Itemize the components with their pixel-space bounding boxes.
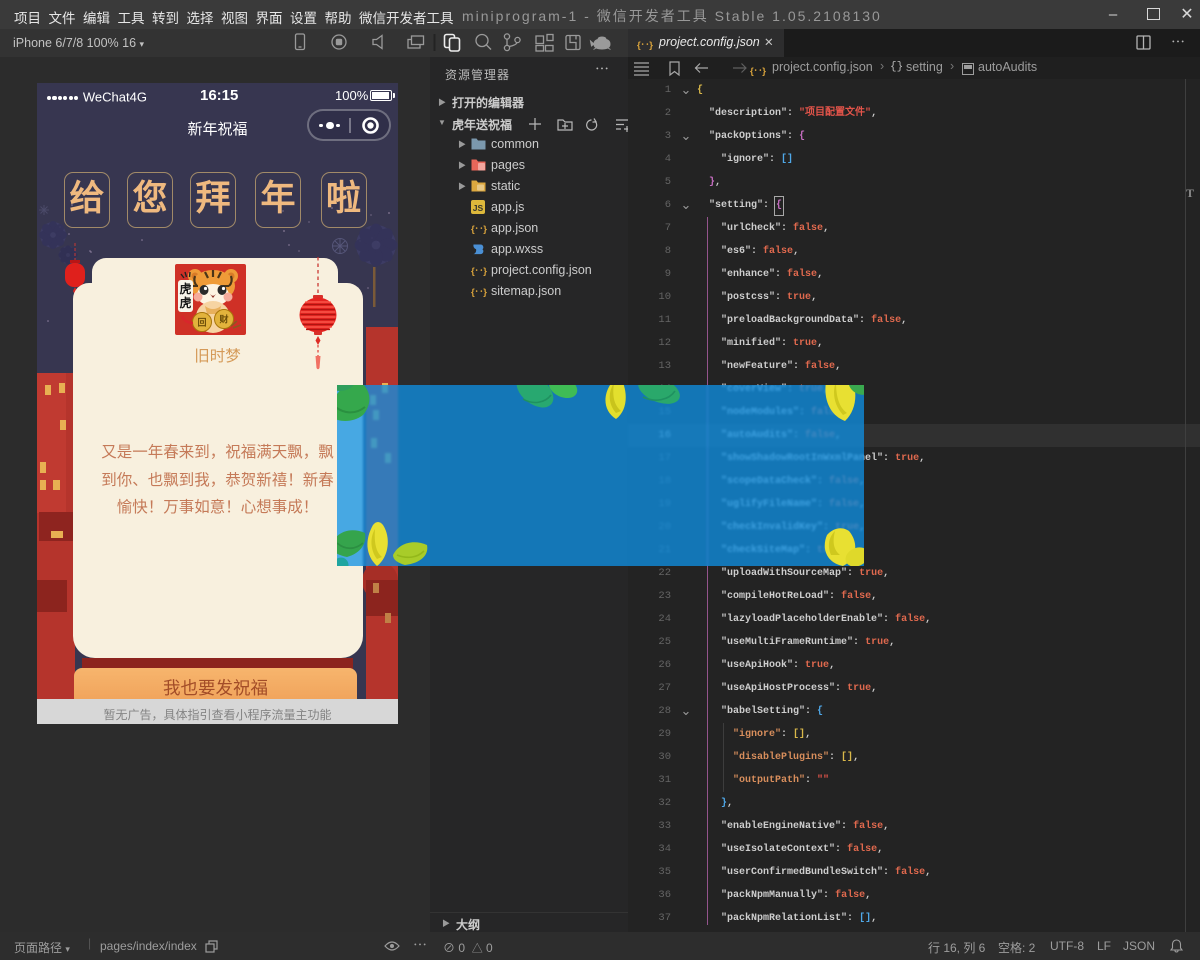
svg-text:回: 回 — [197, 318, 206, 328]
svg-text:虎: 虎 — [179, 295, 191, 310]
svg-text:虎: 虎 — [179, 281, 191, 296]
svg-text:财: 财 — [218, 314, 228, 325]
svg-text:JS: JS — [473, 203, 484, 213]
